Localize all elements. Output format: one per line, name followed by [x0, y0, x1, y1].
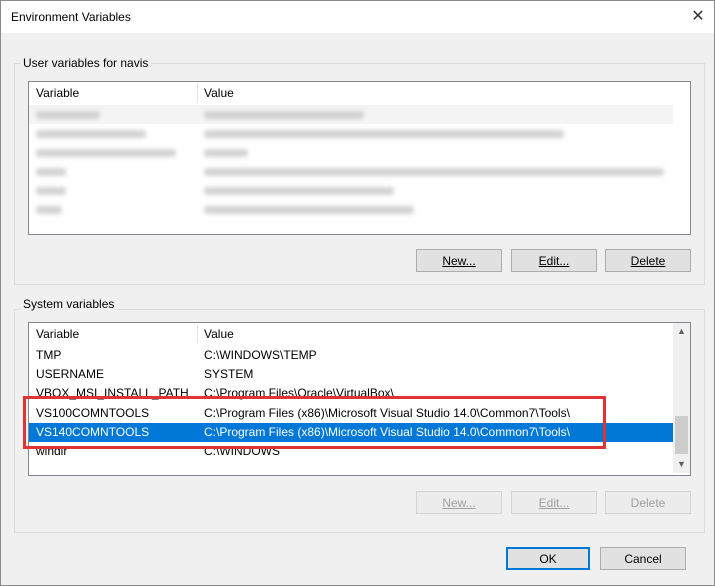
list-item[interactable] [29, 124, 673, 143]
column-header-variable[interactable]: Variable [36, 86, 79, 100]
user-variables-legend: User variables for navis [20, 56, 152, 70]
close-icon[interactable]: ✕ [687, 6, 709, 28]
system-new-button[interactable]: New... [416, 491, 502, 514]
table-row[interactable]: USERNAME SYSTEM [29, 365, 673, 384]
highlight-box [23, 396, 606, 449]
table-row[interactable]: TMP C:\WINDOWS\TEMP [29, 346, 673, 365]
column-header-value[interactable]: Value [204, 86, 234, 100]
cancel-button[interactable]: Cancel [600, 547, 686, 570]
system-delete-button[interactable]: Delete [605, 491, 691, 514]
column-header-value[interactable]: Value [204, 327, 234, 341]
list-header: Variable Value [29, 323, 673, 345]
variable-value: C:\WINDOWS\TEMP [204, 348, 317, 362]
list-item[interactable] [29, 105, 673, 124]
list-item[interactable] [29, 162, 673, 181]
scroll-thumb[interactable] [675, 416, 688, 454]
ok-button[interactable]: OK [506, 547, 590, 570]
dialog-title: Environment Variables [11, 10, 131, 24]
user-variables-list[interactable]: Variable Value [28, 81, 691, 235]
variable-name: TMP [36, 348, 62, 362]
scroll-down-icon[interactable]: ▼ [673, 456, 690, 473]
title-bar: Environment Variables ✕ [1, 1, 714, 33]
user-delete-button[interactable]: Delete [605, 249, 691, 272]
system-edit-button[interactable]: Edit... [511, 491, 597, 514]
user-new-button[interactable]: New... [416, 249, 502, 272]
user-edit-button[interactable]: Edit... [511, 249, 597, 272]
vertical-scrollbar[interactable]: ▲ ▼ [673, 323, 690, 473]
scroll-up-icon[interactable]: ▲ [673, 323, 690, 340]
system-variables-legend: System variables [20, 297, 118, 311]
environment-variables-dialog: Environment Variables ✕ User variables f… [0, 0, 715, 586]
column-header-variable[interactable]: Variable [36, 327, 79, 341]
list-item[interactable] [29, 181, 673, 200]
variable-value: SYSTEM [204, 367, 254, 381]
column-divider [197, 84, 198, 102]
column-divider [197, 325, 198, 343]
list-header: Variable Value [29, 82, 673, 104]
list-item[interactable] [29, 143, 673, 162]
list-item[interactable] [29, 200, 673, 219]
variable-name: USERNAME [36, 367, 105, 381]
